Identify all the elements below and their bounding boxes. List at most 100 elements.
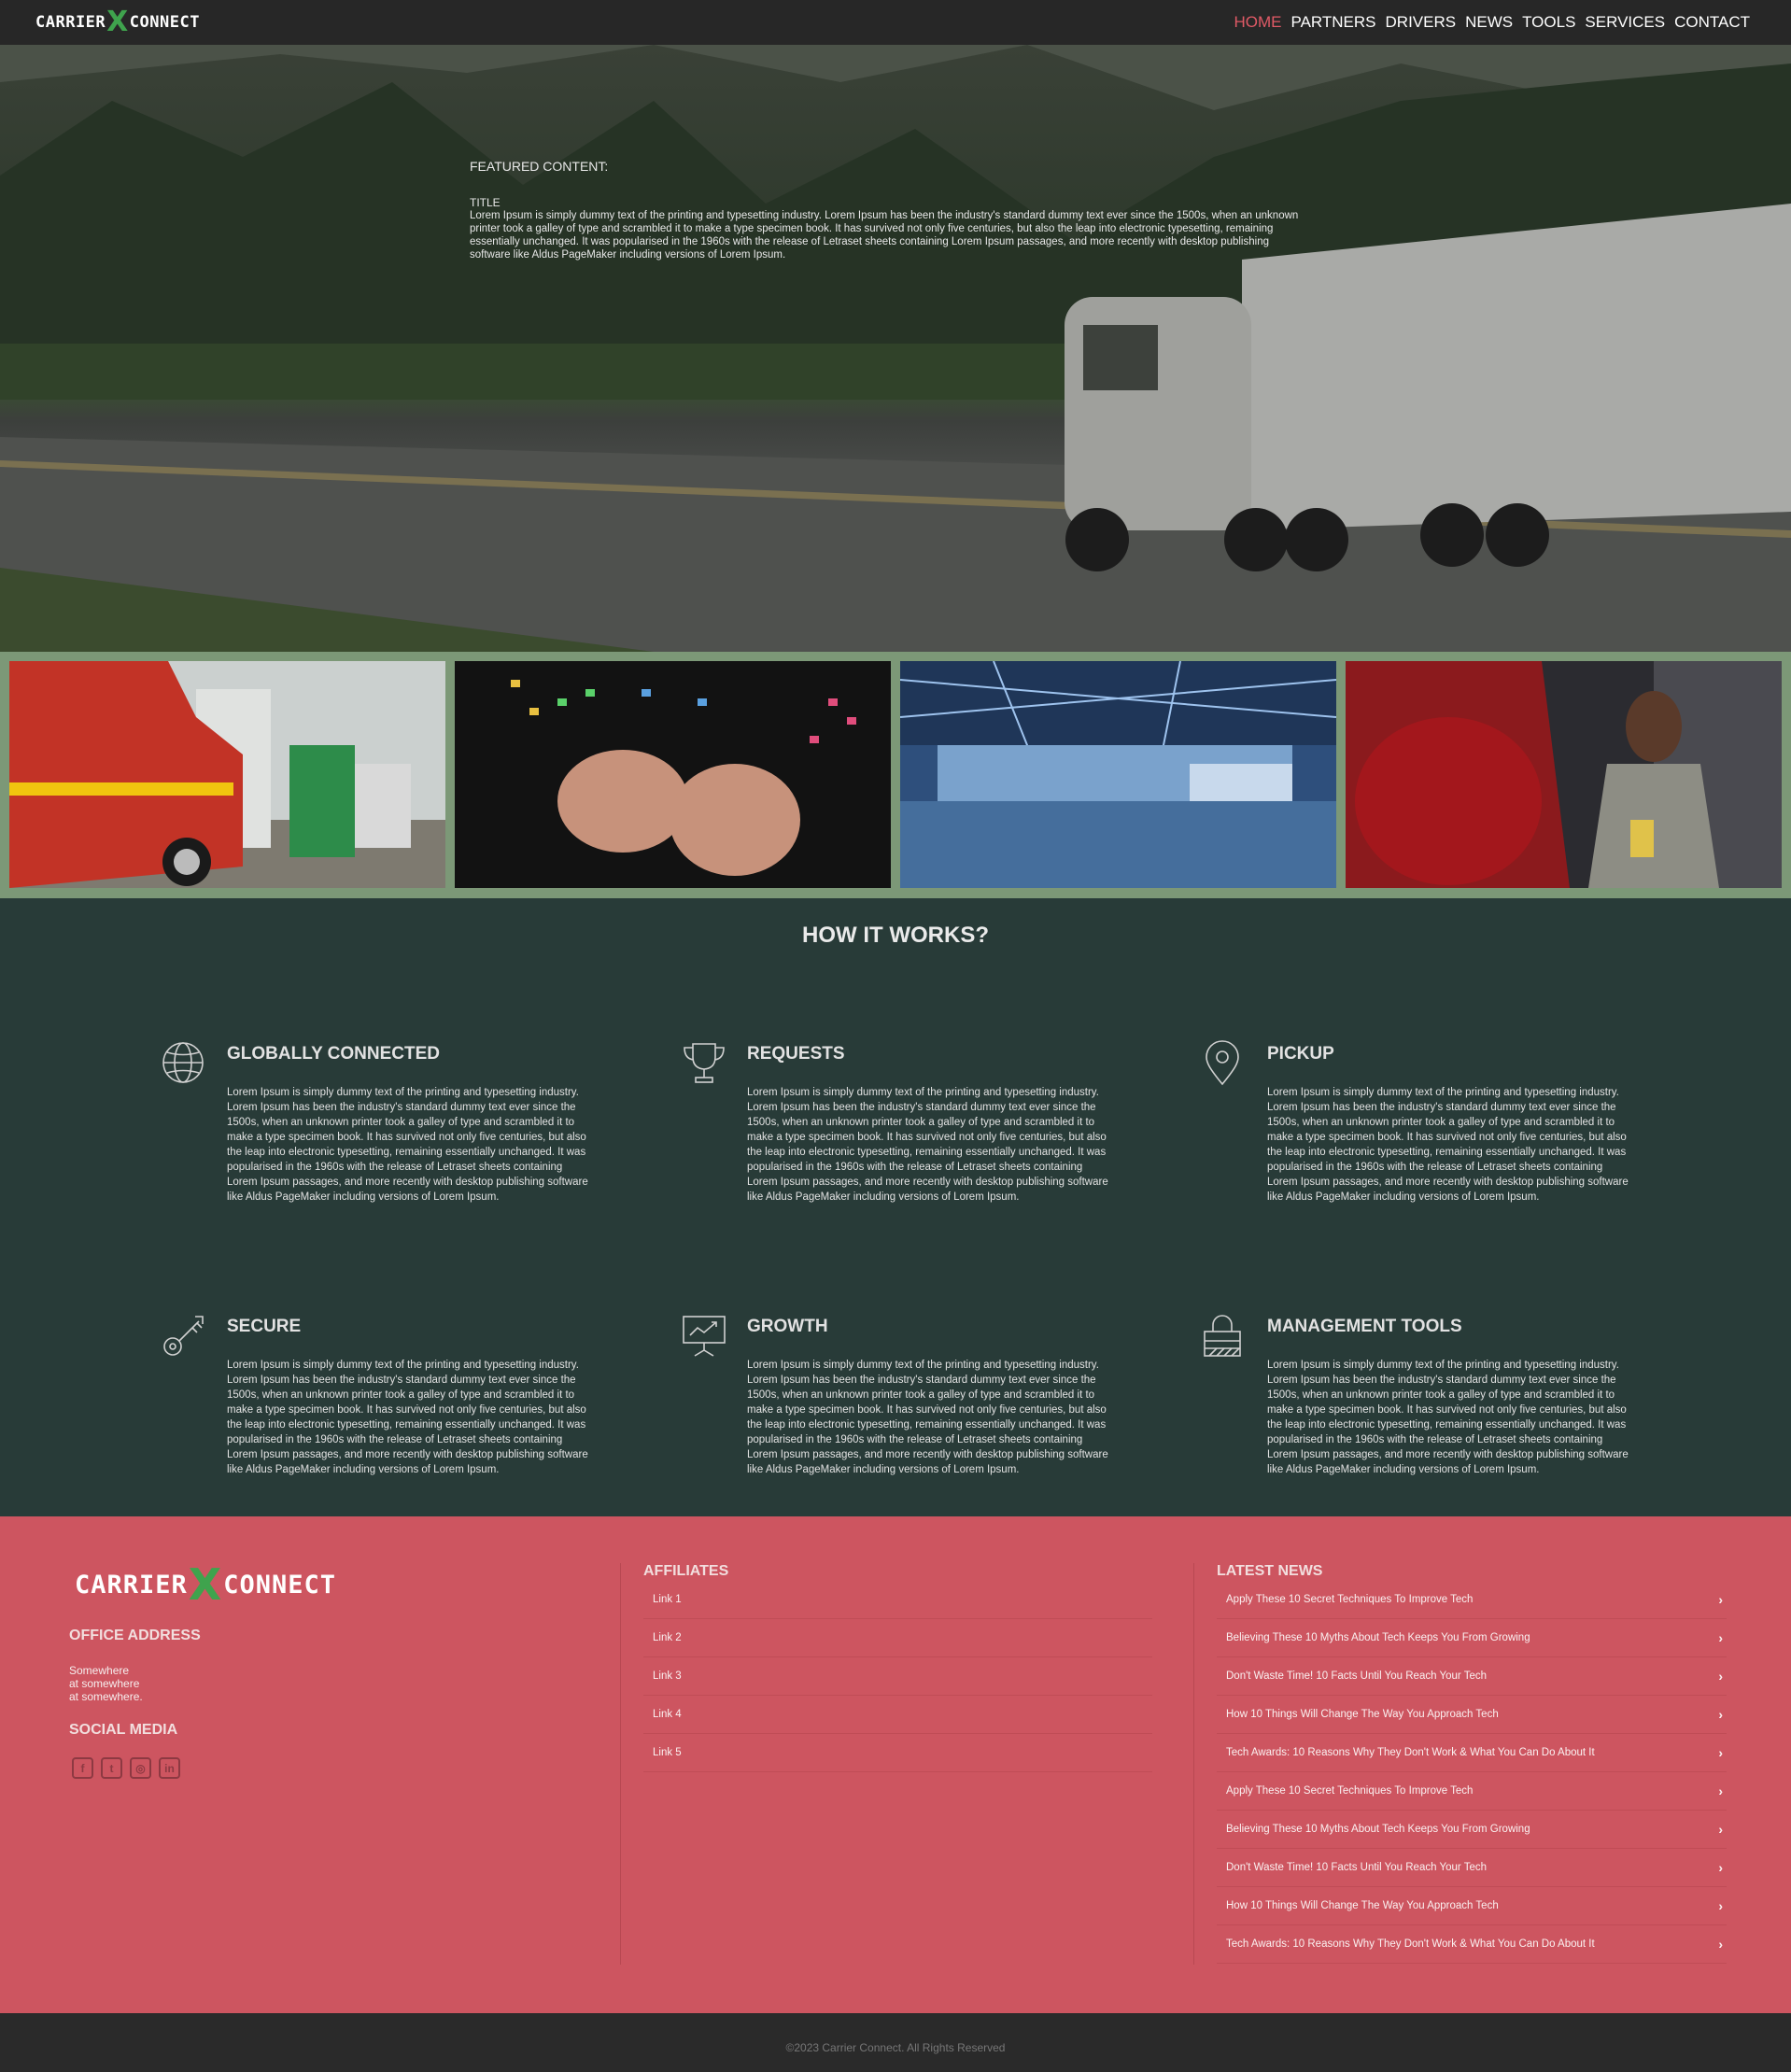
chevron-right-icon: › — [1718, 1630, 1723, 1645]
news-link-label: Apply These 10 Secret Techniques To Impr… — [1226, 1785, 1474, 1797]
logo-x-mark: X — [188, 1559, 223, 1610]
logo-x-mark: X — [106, 6, 129, 38]
address-line: at somewhere — [69, 1677, 140, 1690]
brand-logo[interactable]: CARRIER X CONNECT — [35, 8, 200, 36]
news-link[interactable]: How 10 Things Will Change The Way You Ap… — [1217, 1887, 1727, 1925]
affiliates-list: Link 1 Link 2 Link 3 Link 4 Link 5 — [643, 1581, 1152, 1772]
twitter-icon[interactable]: t — [101, 1757, 122, 1779]
news-link-label: Tech Awards: 10 Reasons Why They Don't W… — [1226, 1747, 1595, 1758]
feature-title: GROWTH — [747, 1317, 828, 1336]
copyright-bar: ©2023 Carrier Connect. All Rights Reserv… — [0, 2013, 1791, 2072]
nav-links: HOME PARTNERS DRIVERS NEWS TOOLS SERVICE… — [1234, 13, 1751, 32]
trophy-icon — [682, 1040, 728, 1087]
nav-home[interactable]: HOME — [1234, 13, 1282, 32]
news-link-label: Don't Waste Time! 10 Facts Until You Rea… — [1226, 1862, 1487, 1873]
chevron-right-icon: › — [1718, 1669, 1723, 1684]
how-it-works-title: HOW IT WORKS? — [802, 923, 989, 948]
globe-icon — [162, 1040, 208, 1087]
nav-services[interactable]: SERVICES — [1585, 13, 1665, 32]
latest-news-heading: LATEST NEWS — [1217, 1563, 1323, 1579]
footer-divider — [1193, 1563, 1194, 1965]
address-line: at somewhere. — [69, 1690, 143, 1703]
feature-description: Lorem Ipsum is simply dummy text of the … — [227, 1087, 588, 1203]
affiliate-link[interactable]: Link 2 — [643, 1619, 1152, 1657]
address-line: Somewhere — [69, 1664, 130, 1677]
affiliate-link-label: Link 1 — [653, 1594, 682, 1605]
news-link-label: How 10 Things Will Change The Way You Ap… — [1226, 1709, 1499, 1720]
news-link[interactable]: Apply These 10 Secret Techniques To Impr… — [1217, 1772, 1727, 1811]
social-icons: f t ◎ in — [72, 1757, 180, 1779]
footer-logo[interactable]: CARRIER X CONNECT — [75, 1563, 336, 1606]
affiliate-link[interactable]: Link 3 — [643, 1657, 1152, 1696]
affiliate-link-label: Link 5 — [653, 1747, 682, 1758]
hero-background-image — [0, 45, 1791, 652]
top-navbar: CARRIER X CONNECT HOME PARTNERS DRIVERS … — [0, 0, 1791, 45]
featured-content: FEATURED CONTENT: TITLE Lorem Ipsum is s… — [470, 159, 1305, 261]
feature-description: Lorem Ipsum is simply dummy text of the … — [747, 1087, 1108, 1203]
news-link[interactable]: Believing These 10 Myths About Tech Keep… — [1217, 1619, 1727, 1657]
logo-text-carrier: CARRIER — [75, 1570, 188, 1600]
chevron-right-icon: › — [1718, 1898, 1723, 1913]
logo-text-carrier: CARRIER — [35, 13, 106, 32]
chevron-right-icon: › — [1718, 1937, 1723, 1952]
office-address: Somewhere at somewhere at somewhere. — [69, 1664, 143, 1703]
footer-divider — [620, 1563, 621, 1965]
news-link[interactable]: Apply These 10 Secret Techniques To Impr… — [1217, 1581, 1727, 1619]
chevron-right-icon: › — [1718, 1860, 1723, 1875]
nav-partners[interactable]: PARTNERS — [1291, 13, 1376, 32]
affiliate-link-label: Link 2 — [653, 1632, 682, 1643]
photo-warehouse[interactable] — [900, 661, 1336, 888]
news-link[interactable]: Tech Awards: 10 Reasons Why They Don't W… — [1217, 1734, 1727, 1772]
map-pin-icon — [1202, 1040, 1248, 1087]
feature-title: PICKUP — [1267, 1044, 1334, 1064]
news-link[interactable]: Tech Awards: 10 Reasons Why They Don't W… — [1217, 1925, 1727, 1964]
latest-news-list: Apply These 10 Secret Techniques To Impr… — [1217, 1581, 1727, 1964]
feature-title: REQUESTS — [747, 1044, 845, 1064]
linkedin-icon[interactable]: in — [159, 1757, 180, 1779]
social-media-heading: SOCIAL MEDIA — [69, 1722, 178, 1738]
nav-contact[interactable]: CONTACT — [1674, 13, 1750, 32]
feature-title: MANAGEMENT TOOLS — [1267, 1317, 1462, 1336]
news-link[interactable]: Believing These 10 Myths About Tech Keep… — [1217, 1811, 1727, 1849]
feature-description: Lorem Ipsum is simply dummy text of the … — [1267, 1087, 1629, 1203]
logo-text-connect: CONNECT — [129, 13, 200, 32]
chevron-right-icon: › — [1718, 1592, 1723, 1607]
feature-title: GLOBALLY CONNECTED — [227, 1044, 441, 1064]
nav-tools[interactable]: TOOLS — [1522, 13, 1575, 32]
news-link-label: Believing These 10 Myths About Tech Keep… — [1226, 1632, 1530, 1643]
photo-keyboard[interactable] — [455, 661, 891, 888]
chevron-right-icon: › — [1718, 1707, 1723, 1722]
affiliate-link[interactable]: Link 5 — [643, 1734, 1152, 1772]
affiliate-link[interactable]: Link 4 — [643, 1696, 1152, 1734]
how-it-works-section: HOW IT WORKS? GLOBALLY CONNECTED Lorem I… — [0, 898, 1791, 1516]
nav-news[interactable]: NEWS — [1465, 13, 1513, 32]
news-link-label: How 10 Things Will Change The Way You Ap… — [1226, 1900, 1499, 1911]
news-link-label: Don't Waste Time! 10 Facts Until You Rea… — [1226, 1670, 1487, 1682]
news-link[interactable]: Don't Waste Time! 10 Facts Until You Rea… — [1217, 1657, 1727, 1696]
copyright-text: ©2023 Carrier Connect. All Rights Reserv… — [785, 2041, 1006, 2054]
feature-description: Lorem Ipsum is simply dummy text of the … — [1267, 1360, 1629, 1475]
news-link-label: Tech Awards: 10 Reasons Why They Don't W… — [1226, 1938, 1595, 1950]
instagram-icon[interactable]: ◎ — [130, 1757, 151, 1779]
logo-text-connect: CONNECT — [223, 1570, 337, 1600]
chevron-right-icon: › — [1718, 1745, 1723, 1760]
photo-trucks-lineup[interactable] — [9, 661, 445, 888]
affiliate-link[interactable]: Link 1 — [643, 1581, 1152, 1619]
affiliates-heading: AFFILIATES — [643, 1563, 729, 1579]
photo-mechanic[interactable] — [1346, 661, 1782, 888]
site-footer: CARRIER X CONNECT OFFICE ADDRESS Somewhe… — [0, 1516, 1791, 2013]
presentation-chart-icon — [682, 1313, 728, 1360]
feature-title: SECURE — [227, 1317, 302, 1336]
affiliate-link-label: Link 4 — [653, 1709, 682, 1720]
feature-description: Lorem Ipsum is simply dummy text of the … — [747, 1360, 1108, 1475]
news-link[interactable]: Don't Waste Time! 10 Facts Until You Rea… — [1217, 1849, 1727, 1887]
nav-drivers[interactable]: DRIVERS — [1386, 13, 1457, 32]
news-link[interactable]: How 10 Things Will Change The Way You Ap… — [1217, 1696, 1727, 1734]
featured-title[interactable]: TITLE — [470, 196, 1305, 209]
hero-banner: FEATURED CONTENT: TITLE Lorem Ipsum is s… — [0, 45, 1791, 652]
news-link-label: Apply These 10 Secret Techniques To Impr… — [1226, 1594, 1474, 1605]
news-link-label: Believing These 10 Myths About Tech Keep… — [1226, 1824, 1530, 1835]
affiliate-link-label: Link 3 — [653, 1670, 682, 1682]
facebook-icon[interactable]: f — [72, 1757, 93, 1779]
photo-strip — [0, 652, 1791, 898]
